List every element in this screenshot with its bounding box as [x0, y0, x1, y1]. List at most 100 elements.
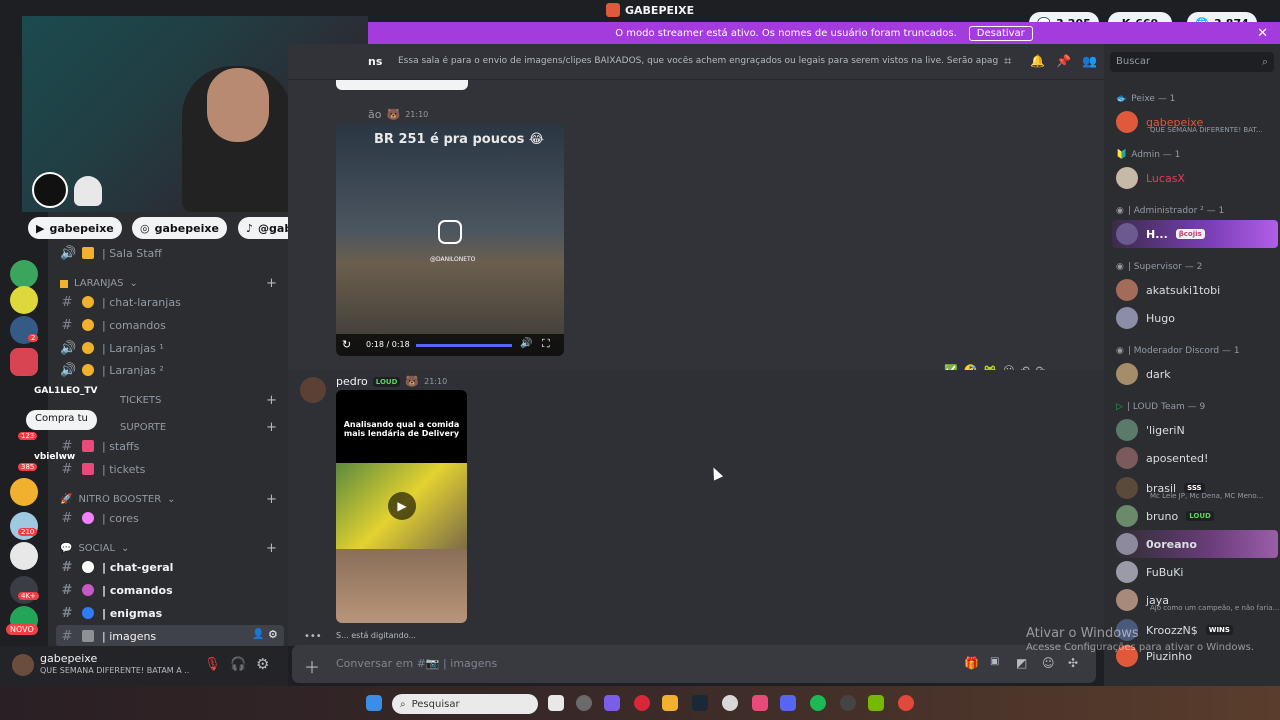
server-icon[interactable]: [10, 478, 38, 506]
taskbar-search[interactable]: ⌕ Pesquisar: [392, 694, 538, 714]
app-icon[interactable]: [752, 695, 768, 711]
app-icon[interactable]: [722, 695, 738, 711]
channel-laranjas-1[interactable]: 🔊 | Laranjas ¹: [56, 337, 284, 359]
pin-icon[interactable]: 📌: [1056, 54, 1071, 68]
add-channel-icon[interactable]: +: [266, 420, 277, 435]
pill-icon: [82, 440, 94, 452]
chrome-icon[interactable]: [898, 695, 914, 711]
category-nitro-booster[interactable]: 🚀 NITRO BOOSTER ⌄ +: [60, 492, 277, 507]
add-channel-icon[interactable]: +: [266, 393, 277, 408]
server-icon[interactable]: [10, 260, 38, 288]
message-time: 21:10: [424, 377, 448, 386]
volume-icon[interactable]: 🔊: [520, 338, 532, 349]
video-attachment[interactable]: Analisando qual a comida mais lendária d…: [336, 390, 467, 623]
hash-icon: #: [61, 510, 73, 526]
previous-attachment[interactable]: [336, 80, 468, 90]
mute-icon[interactable]: 🎙: [204, 657, 221, 672]
channel-comandos[interactable]: # | comandos: [56, 314, 284, 336]
search-input[interactable]: Buscar ⌕: [1110, 52, 1274, 72]
member-item[interactable]: jaya Ajo como um campeão, e não faria...: [1112, 586, 1279, 614]
obs-icon[interactable]: [840, 695, 856, 711]
server-icon[interactable]: [10, 542, 38, 570]
channel-social-comandos[interactable]: # | comandos: [56, 579, 284, 601]
channel-chat-geral[interactable]: # | chat-geral: [56, 556, 284, 578]
member-item[interactable]: H... βcojis: [1112, 220, 1278, 248]
deafen-icon[interactable]: 🎧: [230, 657, 246, 672]
server-icon[interactable]: [10, 286, 38, 314]
member-item[interactable]: aposented!: [1112, 444, 1278, 472]
gift-icon[interactable]: 🎁: [964, 656, 979, 670]
add-channel-icon[interactable]: +: [266, 492, 277, 507]
video-thumbnail-bottom: [336, 549, 467, 623]
member-group-header: ◉ | Supervisor — 2: [1116, 262, 1203, 272]
member-item[interactable]: Hugo: [1112, 304, 1278, 332]
channel-enigmas[interactable]: # | enigmas: [56, 602, 284, 624]
app-icon[interactable]: [604, 695, 620, 711]
member-item[interactable]: LucasX: [1112, 164, 1278, 192]
message-author[interactable]: pedro: [336, 375, 368, 388]
steam-icon[interactable]: [692, 695, 708, 711]
buy-tooltip: Compra tu: [26, 410, 97, 430]
avatar[interactable]: [300, 377, 326, 403]
server-icon[interactable]: [10, 348, 38, 376]
message-author[interactable]: ão: [368, 108, 381, 121]
chevron-down-icon: ⌄: [121, 543, 130, 554]
streamer-mode-banner: O modo streamer está ativo. Os nomes de …: [368, 22, 1280, 44]
channel-tickets[interactable]: # | tickets: [56, 458, 284, 480]
category-tickets[interactable]: TICKETS +: [60, 393, 277, 408]
video-attachment[interactable]: BR 251 é pra poucos 😂 @DANILONETO ↻ 0:18…: [336, 124, 564, 356]
apps-icon[interactable]: ✣: [1068, 656, 1078, 670]
member-item[interactable]: 'ligeriN: [1112, 416, 1278, 444]
task-view-icon[interactable]: [548, 695, 564, 711]
channel-topic[interactable]: Essa sala é para o envio de imagens/clip…: [398, 56, 998, 66]
app-icon[interactable]: [576, 695, 592, 711]
threads-icon[interactable]: ⌗: [1004, 54, 1011, 69]
gif-icon[interactable]: ▣: [990, 656, 999, 667]
channel-imagens[interactable]: # | imagens 👤 ⚙: [56, 625, 284, 647]
category-laranjas[interactable]: LARANJAS ⌄ +: [60, 276, 277, 291]
folder-icon[interactable]: [662, 695, 678, 711]
member-list-icon[interactable]: 👥: [1082, 54, 1097, 68]
add-channel-icon[interactable]: +: [266, 276, 277, 291]
avatar[interactable]: [12, 654, 34, 676]
replay-icon[interactable]: ↻: [342, 338, 351, 351]
settings-gear-icon[interactable]: ⚙: [256, 655, 269, 673]
discord-icon[interactable]: [780, 695, 796, 711]
category-social[interactable]: 💬 SOCIAL ⌄ +: [60, 541, 277, 556]
disable-streamer-mode-button[interactable]: Desativar: [968, 25, 1033, 41]
spotify-icon[interactable]: [810, 695, 826, 711]
youtube-icon: ▶: [36, 221, 45, 235]
channel-staffs[interactable]: # | staffs: [56, 435, 284, 457]
message-input[interactable]: Conversar em #📷 | imagens: [336, 657, 497, 670]
banner-text: O modo streamer está ativo. Os nomes de …: [615, 27, 957, 39]
rocket-icon: 🚀: [60, 494, 73, 505]
channel-sala-staff[interactable]: 🔊 | Sala Staff: [56, 242, 284, 264]
gear-icon[interactable]: ⚙: [268, 628, 278, 641]
opera-icon[interactable]: [634, 695, 650, 711]
windows-start-icon[interactable]: [366, 695, 382, 711]
bell-icon[interactable]: 🔔: [1030, 54, 1045, 68]
add-member-icon[interactable]: 👤: [252, 629, 264, 640]
play-icon[interactable]: ▶: [388, 492, 416, 520]
add-attachment-icon[interactable]: ＋: [304, 654, 320, 678]
member-item[interactable]: 0oreano: [1112, 530, 1278, 558]
channel-chat-laranjas[interactable]: # | chat-laranjas: [56, 291, 284, 313]
member-item[interactable]: dark: [1112, 360, 1278, 388]
member-item[interactable]: bruno LOUD: [1112, 502, 1278, 530]
channel-laranjas-2[interactable]: 🔊 | Laranjas ²: [56, 359, 284, 381]
nvidia-icon[interactable]: [868, 695, 884, 711]
close-icon[interactable]: ✕: [1257, 26, 1268, 41]
message-composer[interactable]: ＋ Conversar em #📷 | imagens 🎁 ▣ ◩ ☺ ✣: [292, 645, 1096, 683]
member-item[interactable]: gabepeixe QUE SEMANA DIFERENTE! BAT...: [1112, 108, 1278, 136]
fullscreen-icon[interactable]: ⛶: [542, 337, 550, 351]
video-progress[interactable]: [416, 344, 512, 347]
member-item[interactable]: FuBuKi: [1112, 558, 1278, 586]
channel-header: ns Essa sala é para o envio de imagens/c…: [288, 44, 1104, 80]
member-item[interactable]: brasil SSS Mc Lele JP, Mc Dena, MC Meno...: [1112, 474, 1278, 502]
emoji-icon[interactable]: ☺: [1042, 656, 1055, 670]
sticker-icon[interactable]: ◩: [1016, 656, 1027, 670]
new-badge: NOVO: [6, 624, 38, 635]
channel-cores[interactable]: # | cores: [56, 507, 284, 529]
member-item[interactable]: akatsuki1tobi: [1112, 276, 1278, 304]
add-channel-icon[interactable]: +: [266, 541, 277, 556]
